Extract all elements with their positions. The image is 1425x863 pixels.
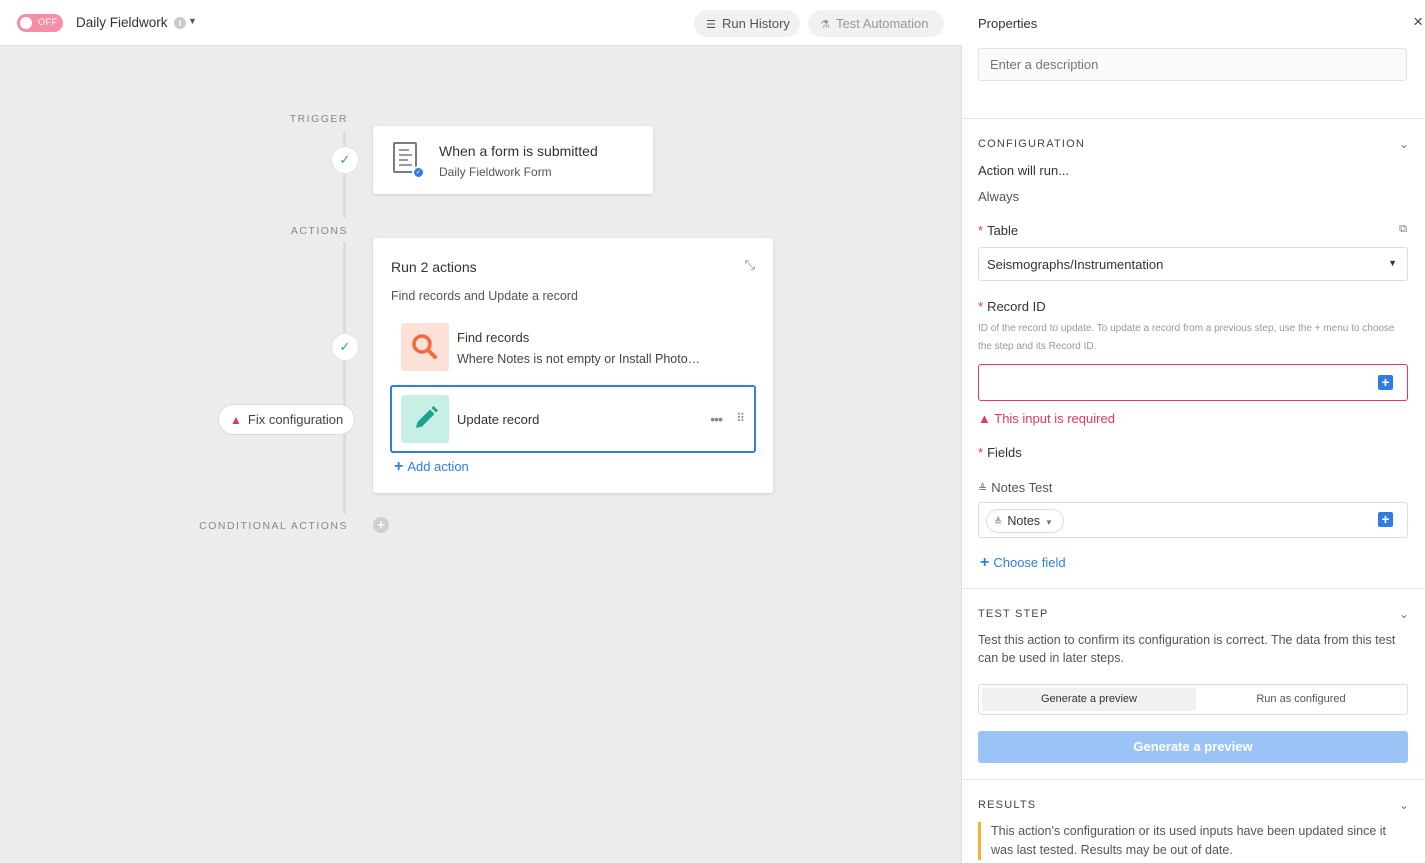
results-title: RESULTS	[978, 799, 1037, 811]
record-id-input[interactable]: +	[978, 364, 1408, 401]
divider	[962, 588, 1425, 589]
choose-field-button[interactable]: + Choose field	[980, 554, 1066, 572]
record-id-label-text: Record ID	[987, 299, 1046, 314]
actions-card: Run 2 actions Find records and Update a …	[373, 238, 773, 493]
action-will-run-value[interactable]: Always	[978, 189, 1019, 204]
table-label: * Table	[978, 223, 1019, 238]
search-icon	[401, 323, 449, 371]
open-table-icon[interactable]: ⧉	[1399, 223, 1407, 236]
automation-name[interactable]: Daily Fieldwork	[76, 15, 168, 30]
segment-generate-preview[interactable]: Generate a preview	[982, 688, 1196, 711]
step-subtitle: Where Notes is not empty or Install Phot…	[457, 352, 701, 366]
divider	[962, 779, 1425, 780]
results-warning-note: This action's configuration or its used …	[978, 822, 1410, 860]
record-id-error: ▲ This input is required	[978, 411, 1115, 426]
step-title: Update record	[457, 412, 540, 427]
add-action-label: Add action	[407, 459, 469, 474]
drag-handle-icon[interactable]: ⠿	[736, 411, 745, 425]
collapse-icon[interactable]: ⤡	[745, 257, 755, 273]
record-id-label: * Record ID	[978, 299, 1046, 314]
field-token-chip[interactable]: ≜ Notes ▼	[986, 509, 1064, 533]
trigger-subtitle: Daily Fieldwork Form	[439, 165, 552, 179]
conditional-actions-label: CONDITIONAL ACTIONS	[199, 520, 348, 532]
close-icon[interactable]: ×	[1413, 12, 1423, 32]
automation-toggle[interactable]: OFF	[17, 14, 63, 32]
step-update-record[interactable]: Update record ••• ⠿	[390, 385, 756, 453]
pencil-icon	[401, 395, 449, 443]
chevron-down-icon[interactable]: ⌄	[1399, 607, 1409, 621]
long-text-icon: ≜	[994, 517, 1003, 528]
add-conditional-icon[interactable]: +	[373, 517, 389, 533]
step-find-records[interactable]: Find records Where Notes is not empty or…	[390, 314, 756, 382]
actions-section-label: ACTIONS	[290, 225, 348, 237]
chevron-down-icon[interactable]: ⌄	[1399, 798, 1409, 812]
step-title: Find records	[457, 330, 530, 345]
trigger-card[interactable]: ✓ When a form is submitted Daily Fieldwo…	[373, 126, 653, 194]
panel-title: Properties	[978, 16, 1038, 31]
top-bar: OFF Daily Fieldwork i ▼ ☰ Run History ⚗ Te…	[0, 0, 962, 46]
toggle-label: OFF	[38, 17, 58, 27]
chevron-down-icon: ▼	[1045, 518, 1053, 527]
generate-preview-button[interactable]: Generate a preview	[978, 731, 1408, 763]
field-name-text: Notes Test	[991, 480, 1053, 495]
warning-icon: ▲	[230, 413, 242, 427]
run-history-button[interactable]: ☰ Run History	[694, 10, 800, 37]
divider	[962, 118, 1425, 119]
long-text-icon: ≜	[978, 483, 988, 495]
automation-canvas: OFF Daily Fieldwork i ▼ ☰ Run History ⚗ Te…	[0, 0, 962, 863]
fields-label: * Fields	[978, 445, 1022, 460]
test-step-title: TEST STEP	[978, 608, 1049, 620]
trigger-title: When a form is submitted	[439, 143, 598, 159]
add-action-button[interactable]: + Add action	[394, 458, 469, 476]
list-icon: ☰	[706, 19, 716, 31]
table-select-value: Seismographs/Instrumentation	[987, 257, 1164, 272]
choose-field-label: Choose field	[993, 555, 1066, 570]
insert-token-icon[interactable]: +	[1378, 512, 1393, 527]
insert-token-icon[interactable]: +	[1378, 375, 1393, 390]
configuration-title: CONFIGURATION	[978, 138, 1086, 150]
dropdown-caret-icon: ▼	[1388, 258, 1397, 268]
check-badge-icon: ✓	[412, 166, 425, 179]
table-label-text: Table	[987, 223, 1019, 238]
fix-configuration-button[interactable]: ▲ Fix configuration	[218, 404, 356, 435]
more-icon[interactable]: •••	[710, 411, 723, 427]
properties-panel: Properties × CONFIGURATION ⌄ Action will…	[962, 0, 1425, 863]
flow-connector	[343, 242, 346, 514]
test-mode-segmented-control: Generate a preview Run as configured	[978, 684, 1408, 715]
fields-label-text: Fields	[987, 445, 1022, 460]
chevron-down-icon[interactable]: ⌄	[1399, 137, 1409, 151]
flask-icon: ⚗	[820, 19, 830, 31]
error-text: This input is required	[994, 411, 1115, 426]
warning-icon: ▲	[978, 411, 995, 426]
table-select[interactable]: Seismographs/Instrumentation ▼	[978, 247, 1408, 281]
run-history-label: Run History	[722, 16, 790, 31]
toggle-knob	[20, 17, 32, 29]
description-input[interactable]	[978, 48, 1407, 81]
plus-icon: +	[394, 458, 404, 475]
test-automation-button[interactable]: ⚗ Test Automation	[808, 10, 944, 37]
test-automation-label: Test Automation	[836, 16, 929, 31]
record-id-description: ID of the record to update. To update a …	[978, 323, 1395, 352]
check-icon: ✓	[331, 333, 359, 361]
actions-card-subtitle: Find records and Update a record	[391, 289, 578, 303]
chevron-down-icon[interactable]: ▼	[188, 16, 197, 26]
field-value-input[interactable]: ≜ Notes ▼ +	[978, 502, 1408, 538]
flow-connector	[343, 132, 346, 218]
plus-icon: +	[980, 554, 990, 571]
check-icon: ✓	[331, 146, 359, 174]
info-icon[interactable]: i	[174, 17, 186, 29]
test-step-description: Test this action to confirm its configur…	[978, 633, 1396, 665]
chip-label: Notes	[1007, 514, 1041, 528]
segment-run-as-configured[interactable]: Run as configured	[1196, 688, 1406, 711]
field-name: ≜ Notes Test	[978, 480, 1052, 495]
trigger-section-label: TRIGGER	[289, 113, 348, 125]
action-will-run-label: Action will run...	[978, 163, 1070, 178]
actions-card-title: Run 2 actions	[391, 259, 477, 275]
fix-configuration-label: Fix configuration	[247, 412, 344, 427]
